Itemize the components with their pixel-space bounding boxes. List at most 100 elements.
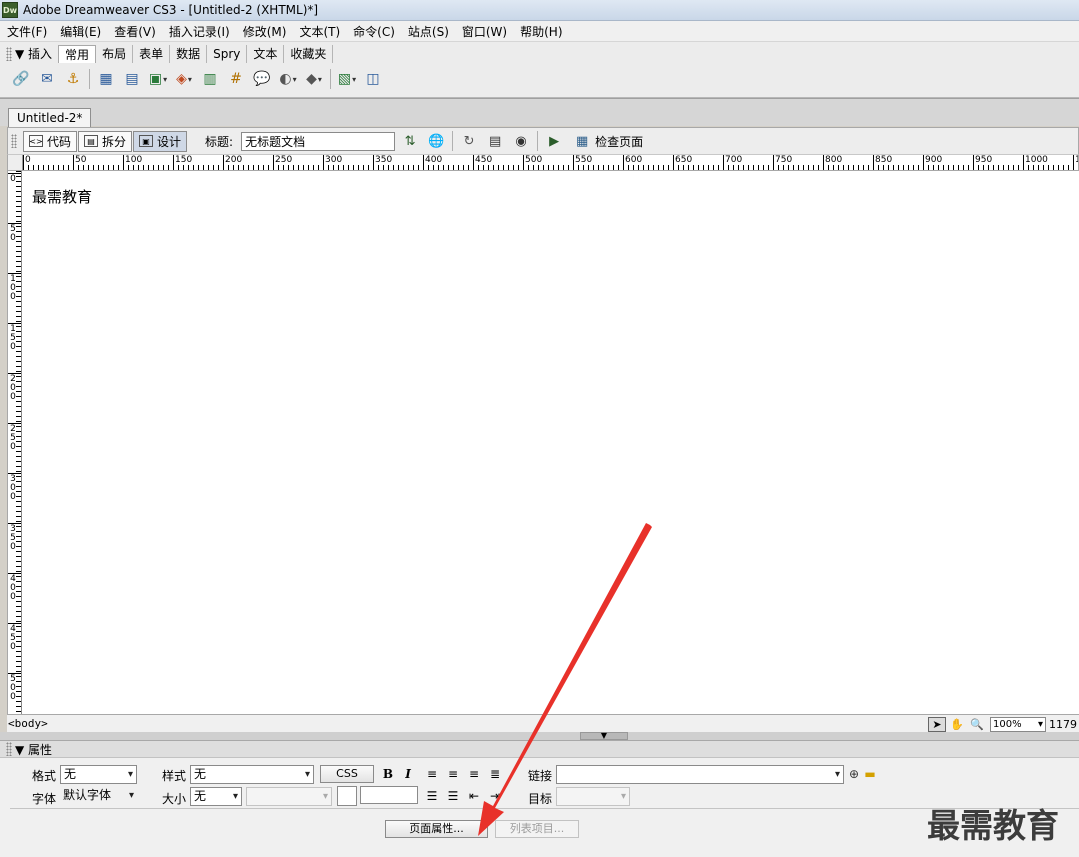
menu-insert-record[interactable]: 插入记录(I): [165, 23, 234, 40]
align-right-icon[interactable]: ≡: [466, 766, 482, 782]
media-icon[interactable]: ◈: [174, 69, 194, 89]
insert-bar-toggle[interactable]: ▼ 插入: [15, 45, 52, 62]
preview-browser-icon[interactable]: 🌐: [425, 131, 447, 151]
insert-div-icon[interactable]: ▤: [122, 69, 142, 89]
tab-forms[interactable]: 表单: [133, 44, 171, 63]
menu-edit[interactable]: 编辑(E): [56, 23, 105, 40]
check-page-button[interactable]: ▦ 检查页面: [569, 131, 643, 151]
zoom-value: 100%: [993, 718, 1022, 730]
script-icon[interactable]: ◆: [304, 69, 324, 89]
tab-common[interactable]: 常用: [58, 44, 97, 63]
head-icon[interactable]: ◐: [278, 69, 298, 89]
comment-icon[interactable]: 💬: [252, 69, 272, 89]
text-color-picker-icon[interactable]: [337, 786, 357, 806]
style-label: 样式: [162, 769, 187, 783]
panel-splitter[interactable]: ▼: [0, 732, 1079, 740]
email-link-icon[interactable]: ✉: [37, 69, 57, 89]
css-button[interactable]: CSS: [320, 765, 374, 783]
zoom-select[interactable]: 100% ▾: [990, 716, 1046, 732]
menu-text[interactable]: 文本(T): [295, 23, 344, 40]
document-tab[interactable]: Untitled-2*: [8, 108, 92, 127]
tab-data[interactable]: 数据: [170, 44, 208, 63]
hyperlink-icon[interactable]: 🔗: [11, 69, 31, 89]
size-select[interactable]: 无: [190, 787, 242, 806]
refresh-icon[interactable]: ↻: [458, 131, 480, 151]
ruler-label: 150: [10, 324, 16, 352]
font-select[interactable]: 默认字体: [60, 787, 137, 806]
document-title-input[interactable]: [241, 131, 396, 151]
zoom-tool-icon[interactable]: 🔍: [968, 717, 986, 732]
select-tool-icon[interactable]: ➤: [928, 716, 946, 732]
align-justify-icon[interactable]: ≣: [487, 766, 503, 782]
point-to-file-icon[interactable]: ⊕: [846, 766, 862, 782]
hand-tool-icon[interactable]: ✋: [948, 717, 966, 732]
tag-chooser-icon[interactable]: ◫: [363, 69, 383, 89]
bold-button[interactable]: B: [380, 766, 396, 782]
properties-header[interactable]: ▼ 属性: [0, 740, 1079, 758]
properties-title[interactable]: ▼ 属性: [15, 741, 52, 758]
status-bar: <body> ➤ ✋ 🔍 100% ▾ 1179: [7, 714, 1079, 732]
design-view-icon: ▣: [139, 135, 154, 147]
code-view-label: 代码: [47, 134, 72, 149]
design-view-button[interactable]: ▣ 设计: [133, 130, 188, 152]
page-content-text[interactable]: 最需教育: [32, 186, 92, 207]
toolbar-grip-icon[interactable]: [11, 134, 17, 148]
split-view-icon: ▤: [84, 135, 99, 147]
tab-layout[interactable]: 布局: [96, 44, 134, 63]
design-view[interactable]: 最需教育: [22, 171, 1079, 714]
menu-help[interactable]: 帮助(H): [516, 23, 566, 40]
format-select[interactable]: 无: [60, 765, 137, 784]
menu-commands[interactable]: 命令(C): [349, 23, 399, 40]
server-comment-icon[interactable]: #: [226, 69, 246, 89]
format-label: 格式: [32, 769, 57, 783]
toolbar-separator: [330, 69, 331, 89]
collapse-arrow-icon[interactable]: ▼: [580, 732, 628, 740]
split-view-label: 拆分: [102, 134, 127, 149]
code-view-button[interactable]: <> 代码: [23, 130, 78, 152]
ruler-major-tick: [123, 155, 124, 170]
ruler-major-tick: [873, 155, 874, 170]
split-view-button[interactable]: ▤ 拆分: [78, 130, 133, 152]
browse-folder-icon[interactable]: ▬: [862, 766, 878, 782]
visual-aids-icon[interactable]: ◉: [510, 131, 532, 151]
text-color-input[interactable]: [360, 786, 418, 804]
panel-grip-icon[interactable]: [6, 742, 12, 756]
tab-text[interactable]: 文本: [247, 44, 285, 63]
menu-file[interactable]: 文件(F): [3, 23, 51, 40]
text-indent-icon[interactable]: ⇥: [487, 788, 503, 804]
align-left-icon[interactable]: ≡: [424, 766, 440, 782]
window-size[interactable]: 1179: [1049, 718, 1077, 731]
view-options-icon[interactable]: ▤: [484, 131, 506, 151]
unordered-list-icon[interactable]: ☰: [424, 788, 440, 804]
menu-site[interactable]: 站点(S): [404, 23, 453, 40]
templates-icon[interactable]: ▧: [337, 69, 357, 89]
tab-favorites[interactable]: 收藏夹: [284, 44, 334, 63]
menu-view[interactable]: 查看(V): [110, 23, 160, 40]
named-anchor-icon[interactable]: ⚓: [63, 69, 83, 89]
date-icon[interactable]: ▥: [200, 69, 220, 89]
tab-spry[interactable]: Spry: [207, 44, 248, 63]
ordered-list-icon[interactable]: ☰: [445, 788, 461, 804]
toolbar-separator: [89, 69, 90, 89]
link-input[interactable]: [556, 765, 844, 784]
dreamweaver-logo-icon: Dw: [2, 2, 18, 18]
italic-button[interactable]: I: [400, 766, 416, 782]
menu-window[interactable]: 窗口(W): [458, 23, 511, 40]
toolbar-separator: [537, 131, 539, 151]
align-center-icon[interactable]: ≡: [445, 766, 461, 782]
style-select[interactable]: 无: [190, 765, 314, 784]
tag-selector-body[interactable]: <body>: [8, 717, 48, 730]
ruler-label: 900: [925, 155, 943, 165]
ruler-origin[interactable]: [8, 155, 23, 170]
ruler-major-tick: [723, 155, 724, 170]
panel-grip-icon[interactable]: [6, 46, 12, 61]
text-outdent-icon[interactable]: ⇤: [466, 788, 482, 804]
ruler-major-tick: [423, 155, 424, 170]
page-properties-button[interactable]: 页面属性...: [385, 820, 488, 838]
validate-markup-icon[interactable]: ▶: [543, 131, 565, 151]
table-icon[interactable]: ▦: [96, 69, 116, 89]
menu-modify[interactable]: 修改(M): [239, 23, 291, 40]
ruler-major-tick: [973, 155, 974, 170]
image-icon[interactable]: ▣: [148, 69, 168, 89]
file-management-icon[interactable]: ⇅: [399, 131, 421, 151]
